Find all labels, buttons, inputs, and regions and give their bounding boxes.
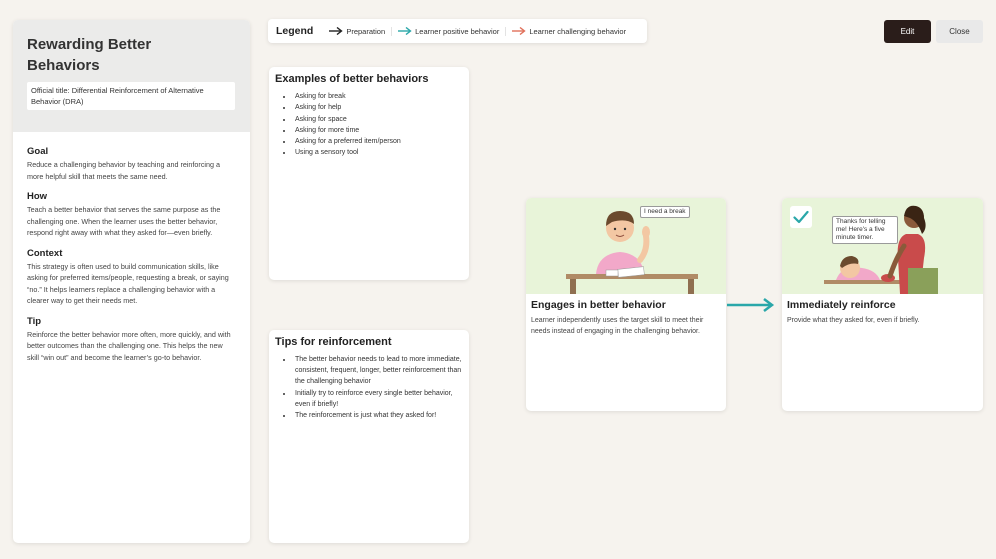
- section-heading: Context: [27, 247, 63, 259]
- close-button[interactable]: Close: [936, 20, 983, 43]
- list-item: Initially try to reinforce every single …: [293, 388, 463, 410]
- section-text: Teach a better behavior that serves the …: [27, 205, 221, 237]
- step-title: Engages in better behavior: [531, 299, 666, 311]
- info-body: Goal Reduce a challenging behavior by te…: [13, 132, 250, 363]
- legend-item-preparation: Preparation: [323, 27, 391, 36]
- tips-list: The better behavior needs to lead to mor…: [275, 354, 463, 421]
- tips-card: Tips for reinforcement The better behavi…: [269, 330, 469, 543]
- info-header: Rewarding Better Behaviors Official titl…: [13, 20, 250, 132]
- learner-raising-hand-illustration: I need a break: [526, 198, 726, 294]
- legend-label: Learner challenging behavior: [529, 26, 627, 36]
- step-card-engages[interactable]: I need a break Engages in better behavio…: [526, 198, 726, 411]
- legend-item-challenging: Learner challenging behavior: [505, 26, 632, 36]
- edit-button[interactable]: Edit: [884, 20, 931, 43]
- learner-illustration-icon: [566, 211, 698, 294]
- section-heading: How: [27, 191, 48, 202]
- step-description: Learner independently uses the target sk…: [531, 317, 704, 335]
- goal-section: Goal Reduce a challenging behavior by te…: [27, 146, 236, 182]
- legend: Legend Preparation Learner positive beha…: [268, 19, 647, 43]
- tip-section: Tip Reinforce the better behavior more o…: [27, 316, 236, 364]
- section-text: Reinforce the better behavior more often…: [27, 329, 231, 362]
- list-item: Asking for space: [293, 114, 463, 125]
- arrow-right-icon: [398, 27, 412, 35]
- list-item: Asking for a preferred item/person: [293, 136, 463, 147]
- list-item: Asking for more time: [293, 125, 463, 136]
- section-text: This strategy is often used to build com…: [27, 261, 229, 306]
- examples-title: Examples of better behaviors: [275, 73, 429, 85]
- section-heading: Tip: [27, 315, 42, 327]
- list-item: Asking for help: [293, 102, 463, 113]
- arrow-right-icon: [727, 298, 775, 312]
- arrow-right-icon: [329, 27, 343, 35]
- list-item: The better behavior needs to lead to mor…: [293, 354, 463, 388]
- list-item: Using a sensory tool: [293, 147, 463, 158]
- context-section: Context This strategy is often used to b…: [27, 248, 236, 307]
- teacher-illustration-icon: [824, 205, 938, 294]
- how-section: How Teach a better behavior that serves …: [27, 191, 236, 239]
- legend-label: Preparation: [346, 26, 386, 36]
- step-title: Immediately reinforce: [787, 299, 896, 311]
- speech-bubble: Thanks for telling me! Here's a five min…: [832, 216, 898, 244]
- legend-title: Legend: [276, 25, 314, 37]
- tips-title: Tips for reinforcement: [275, 336, 392, 348]
- list-item: The reinforcement is just what they aske…: [293, 410, 463, 421]
- strategy-title: Rewarding Better Behaviors: [27, 36, 152, 74]
- examples-list: Asking for break Asking for help Asking …: [275, 91, 463, 159]
- legend-label: Learner positive behavior: [415, 26, 500, 36]
- strategy-info-panel: Rewarding Better Behaviors Official titl…: [13, 20, 250, 543]
- examples-card: Examples of better behaviors Asking for …: [269, 67, 469, 280]
- legend-item-positive: Learner positive behavior: [391, 26, 505, 36]
- teacher-giving-timer-illustration: Thanks for telling me! Here's a five min…: [782, 198, 983, 294]
- speech-bubble: I need a break: [640, 206, 690, 218]
- arrow-right-icon: [512, 27, 526, 35]
- step-card-reinforce[interactable]: Thanks for telling me! Here's a five min…: [782, 198, 983, 411]
- list-item: Asking for break: [293, 91, 463, 102]
- section-text: Reduce a challenging behavior by teachin…: [27, 160, 220, 181]
- step-body: Immediately reinforce Provide what they …: [782, 294, 983, 332]
- official-title: Official title: Differential Reinforceme…: [27, 82, 235, 110]
- step-body: Engages in better behavior Learner indep…: [526, 294, 726, 343]
- section-heading: Goal: [27, 146, 49, 157]
- step-description: Provide what they asked for, even if bri…: [787, 317, 920, 324]
